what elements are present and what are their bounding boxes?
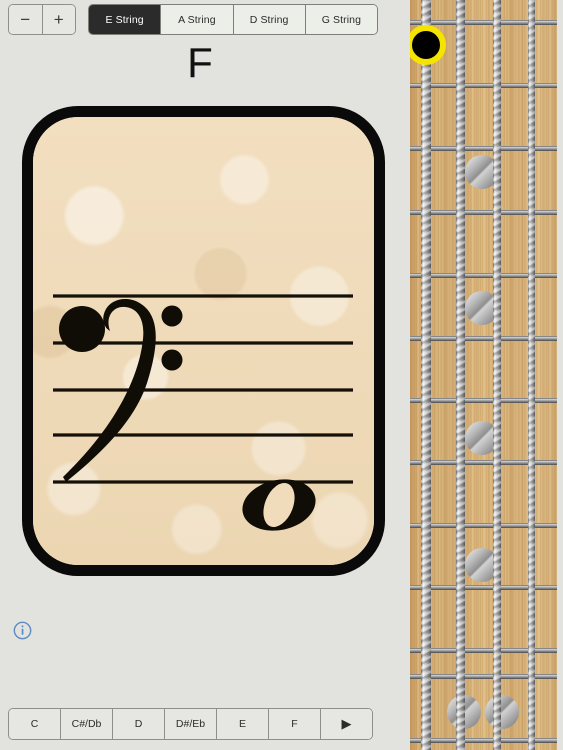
notation-card	[22, 106, 385, 576]
segment-e-string[interactable]: E String	[89, 5, 162, 34]
string-e	[421, 0, 431, 750]
play-button[interactable]: ▶	[321, 709, 372, 739]
active-note-marker[interactable]	[410, 25, 446, 65]
note-button-f[interactable]: F	[269, 709, 321, 739]
note-selection-toolbar[interactable]: C C#/Db D D#/Eb E F ▶	[8, 708, 373, 740]
string-d	[493, 0, 501, 750]
segment-g-string[interactable]: G String	[305, 5, 377, 34]
inlay-dot-octave-b	[485, 695, 519, 729]
active-note-dot	[410, 25, 446, 65]
stepper-decrement-button[interactable]: −	[9, 5, 43, 34]
info-button[interactable]	[13, 621, 32, 640]
bass-clef-dot-lower	[161, 349, 183, 371]
note-button-c-sharp-d-flat[interactable]: C#/Db	[61, 709, 113, 739]
string-g	[528, 0, 535, 750]
app-root: − + E String A String D String G String …	[0, 0, 563, 750]
info-icon[interactable]	[13, 621, 32, 640]
bass-clef-dot-upper	[161, 305, 183, 327]
music-staff	[53, 294, 353, 531]
fretboard-panel[interactable]	[410, 0, 557, 750]
fretboard-diagram[interactable]	[410, 0, 557, 750]
value-stepper[interactable]: − +	[8, 4, 76, 35]
note-name-heading: F	[187, 39, 213, 86]
note-button-d-sharp-e-flat[interactable]: D#/Eb	[165, 709, 217, 739]
stepper-increment-button[interactable]: +	[42, 5, 75, 34]
segment-d-string[interactable]: D String	[233, 5, 306, 34]
note-button-d[interactable]: D	[113, 709, 165, 739]
note-button-e[interactable]: E	[217, 709, 269, 739]
segment-a-string[interactable]: A String	[161, 5, 234, 34]
top-toolbar: − + E String A String D String G String	[0, 0, 400, 42]
string-a	[456, 0, 465, 750]
note-button-c[interactable]: C	[9, 709, 61, 739]
string-selector-segmented-control[interactable]: E String A String D String G String	[88, 4, 378, 35]
bass-clef-bowl	[59, 306, 105, 352]
